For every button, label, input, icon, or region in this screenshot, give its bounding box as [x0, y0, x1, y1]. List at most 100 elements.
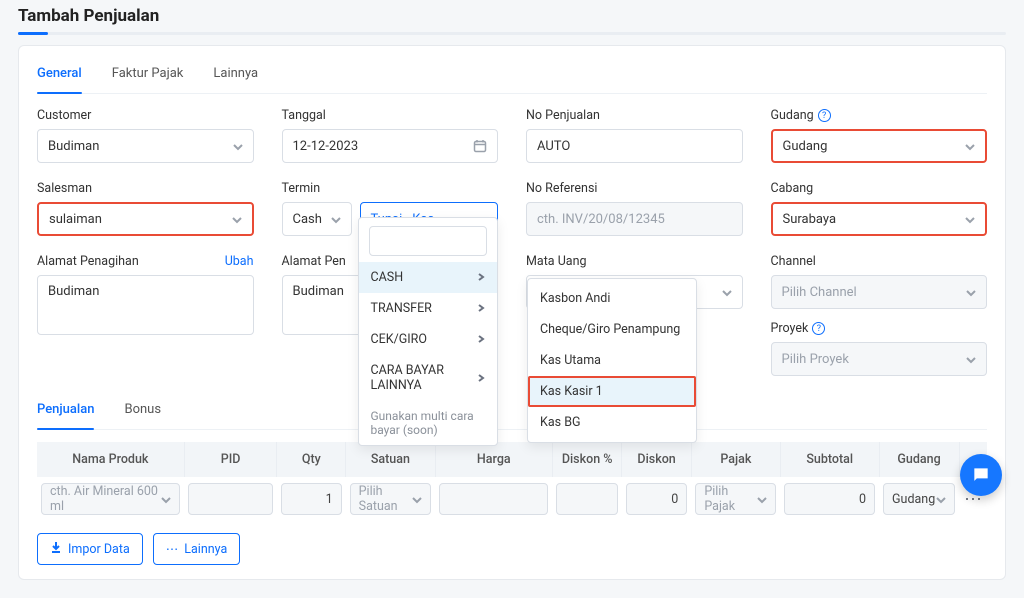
chevron-right-icon — [477, 332, 485, 347]
tab-faktur-pajak[interactable]: Faktur Pajak — [112, 60, 184, 93]
chevron-down-icon — [161, 494, 171, 504]
channel-placeholder: Pilih Channel — [782, 285, 857, 300]
col-nama-produk: Nama Produk — [37, 442, 184, 477]
col-qty: Qty — [277, 442, 346, 477]
termin-type-value: Cash — [293, 212, 322, 227]
page-title: Tambah Penjualan — [18, 0, 1006, 32]
label-gudang: Gudang? — [771, 108, 988, 123]
lainnya-button[interactable]: ⋯ Lainnya — [153, 533, 241, 565]
col-pajak: Pajak — [691, 442, 780, 477]
col-diskon-pct: Diskon % — [552, 442, 621, 477]
col-harga: Harga — [435, 442, 552, 477]
label-mata-uang: Mata Uang — [526, 254, 743, 269]
col-pid: PID — [184, 442, 277, 477]
gudang-select[interactable]: Gudang — [771, 129, 988, 163]
download-icon — [50, 541, 62, 557]
label-proyek: Proyek? — [771, 321, 988, 336]
proyek-select[interactable]: Pilih Proyek — [771, 342, 988, 376]
cash-account-submenu: Kasbon Andi Cheque/Giro Penampung Kas Ut… — [527, 278, 697, 443]
label-salesman: Salesman — [37, 181, 254, 196]
diskon-pct-input[interactable] — [556, 483, 617, 515]
dropdown-note: Gunakan multi cara bayar (soon) — [359, 401, 498, 439]
chevron-down-icon — [965, 214, 975, 224]
chat-icon — [971, 465, 991, 485]
form-card: General Faktur Pajak Lainnya Customer Bu… — [18, 45, 1006, 580]
pay-method-cash[interactable]: CASH — [359, 262, 498, 293]
termin-type-select[interactable]: Cash — [282, 202, 352, 236]
calendar-icon — [473, 139, 487, 153]
ubah-link[interactable]: Ubah — [225, 254, 254, 269]
satuan-select[interactable]: Pilih Satuan — [350, 483, 431, 515]
chevron-down-icon — [233, 141, 243, 151]
col-diskon: Diskon — [622, 442, 691, 477]
chevron-down-icon — [722, 287, 732, 297]
pajak-select[interactable]: Pilih Pajak — [695, 483, 776, 515]
no-penjualan-value[interactable] — [537, 139, 732, 154]
main-tabs: General Faktur Pajak Lainnya — [37, 60, 987, 94]
pay-method-transfer[interactable]: TRANSFER — [359, 293, 498, 324]
cabang-select[interactable]: Surabaya — [771, 202, 988, 236]
customer-select[interactable]: Budiman — [37, 129, 254, 163]
label-cabang: Cabang — [771, 181, 988, 196]
no-referensi-input[interactable]: cth. INV/20/08/12345 — [526, 202, 743, 236]
chat-fab[interactable] — [960, 454, 1002, 496]
chevron-down-icon — [936, 494, 946, 504]
label-alamat-penagihan: Alamat Penagihan — [37, 254, 139, 269]
harga-input[interactable] — [439, 483, 548, 515]
alamat-pengiriman-value: Budiman — [293, 284, 344, 299]
dropdown-search[interactable] — [369, 226, 488, 256]
chevron-down-icon — [966, 354, 976, 364]
cash-opt-kas-utama[interactable]: Kas Utama — [528, 345, 696, 376]
dots-icon: ⋯ — [166, 541, 179, 557]
label-tanggal: Tanggal — [282, 108, 499, 123]
salesman-select[interactable]: sulaiman — [37, 202, 254, 236]
col-gudang: Gudang — [879, 442, 959, 477]
col-satuan: Satuan — [346, 442, 435, 477]
tanggal-value: 12-12-2023 — [293, 139, 359, 154]
chevron-down-icon — [412, 494, 422, 504]
chevron-down-icon — [965, 141, 975, 151]
no-penjualan-input[interactable] — [526, 129, 743, 163]
chevron-down-icon — [232, 214, 242, 224]
gudang-row-select[interactable]: Gudang — [883, 483, 955, 515]
help-icon[interactable]: ? — [818, 109, 831, 122]
label-no-penjualan: No Penjualan — [526, 108, 743, 123]
cash-opt-cheque-giro[interactable]: Cheque/Giro Penampung — [528, 314, 696, 345]
salesman-value: sulaiman — [49, 212, 102, 227]
label-customer: Customer — [37, 108, 254, 123]
tab-bonus[interactable]: Bonus — [124, 396, 161, 429]
cash-opt-kasbon-andi[interactable]: Kasbon Andi — [528, 283, 696, 314]
diskon-input[interactable]: 0 — [626, 483, 687, 515]
gudang-value: Gudang — [783, 139, 828, 154]
tab-general[interactable]: General — [37, 60, 82, 93]
channel-select[interactable]: Pilih Channel — [771, 275, 988, 309]
chevron-down-icon — [331, 214, 341, 224]
chevron-right-icon — [477, 301, 485, 316]
qty-input[interactable]: 1 — [281, 483, 342, 515]
pay-method-lainnya[interactable]: CARA BAYAR LAINNYA — [359, 355, 498, 401]
product-table: Nama Produk PID Qty Satuan Harga Diskon … — [37, 442, 987, 521]
label-termin: Termin — [282, 181, 499, 196]
impor-data-button[interactable]: Impor Data — [37, 533, 143, 565]
product-tabs: Penjualan Bonus — [37, 396, 987, 430]
proyek-placeholder: Pilih Proyek — [782, 352, 849, 367]
progress-bar — [18, 32, 1006, 35]
nama-produk-input[interactable]: cth. Air Mineral 600 ml — [41, 483, 180, 515]
tab-penjualan[interactable]: Penjualan — [37, 396, 94, 429]
chevron-down-icon — [757, 494, 767, 504]
cash-opt-kas-kasir-1[interactable]: Kas Kasir 1 — [528, 376, 696, 407]
help-icon[interactable]: ? — [812, 322, 825, 335]
subtotal-value: 0 — [784, 483, 875, 515]
label-channel: Channel — [771, 254, 988, 269]
pid-input[interactable] — [188, 483, 273, 515]
customer-value: Budiman — [48, 139, 99, 154]
alamat-penagihan-input[interactable]: Budiman — [37, 275, 254, 335]
tanggal-input[interactable]: 12-12-2023 — [282, 129, 499, 163]
cabang-value: Surabaya — [783, 212, 837, 227]
cash-opt-kas-bg[interactable]: Kas BG — [528, 407, 696, 438]
label-no-referensi: No Referensi — [526, 181, 743, 196]
col-subtotal: Subtotal — [780, 442, 879, 477]
pay-method-cekgiro[interactable]: CEK/GIRO — [359, 324, 498, 355]
chevron-down-icon — [966, 287, 976, 297]
tab-lainnya[interactable]: Lainnya — [213, 60, 258, 93]
